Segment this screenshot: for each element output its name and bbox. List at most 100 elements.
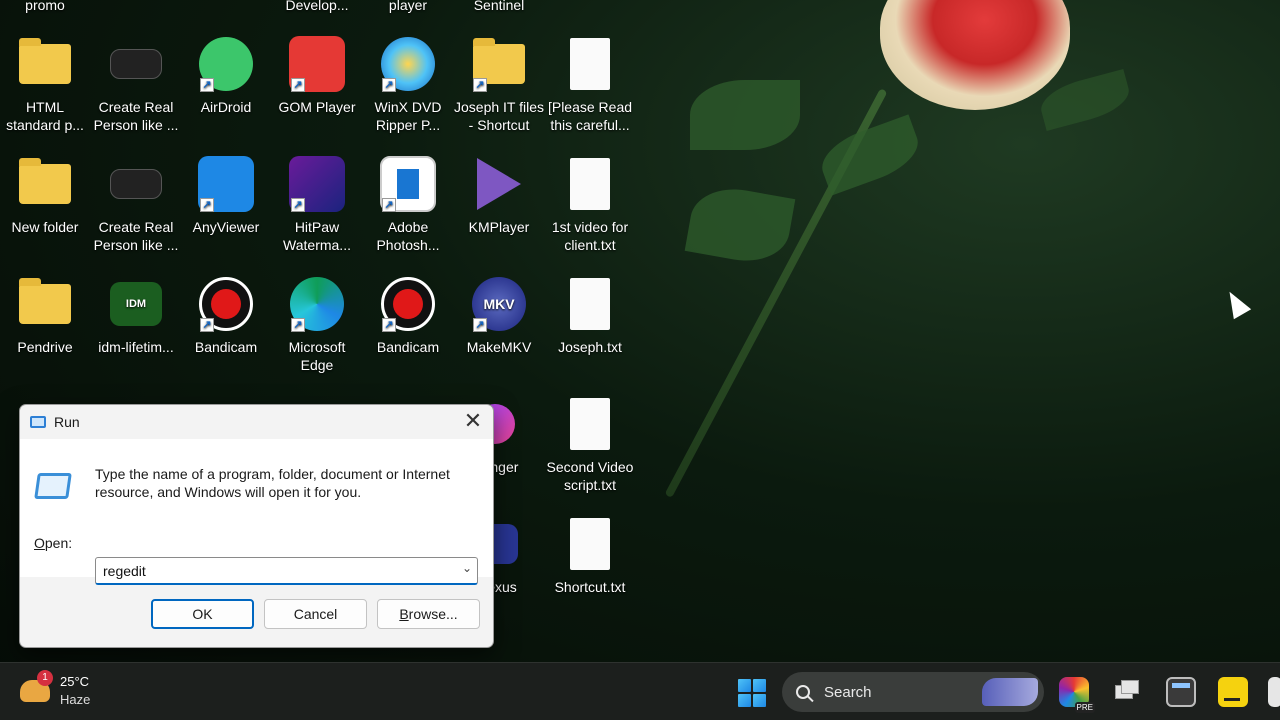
desktop-icon-airdroid[interactable]: ↗ AirDroid bbox=[181, 36, 271, 116]
desktop-icon-1st-video[interactable]: 1st video for client.txt bbox=[545, 156, 635, 254]
leaf-background bbox=[814, 114, 926, 196]
sticky-notes-icon[interactable] bbox=[1218, 677, 1248, 707]
desktop-icon-label: Joseph IT files - Shortcut bbox=[454, 99, 545, 133]
desktop-icon-label: Shortcut.txt bbox=[554, 579, 626, 595]
run-dialog-titlebar[interactable]: Run ✕ bbox=[20, 405, 493, 439]
bandicam-icon: ↗ bbox=[198, 276, 254, 332]
desktop-icon-new-folder[interactable]: New folder bbox=[0, 156, 90, 236]
run-dialog: Run ✕ Type the name of a program, folder… bbox=[19, 404, 494, 648]
shortcut-arrow-icon: ↗ bbox=[382, 318, 396, 332]
desktop-icon-label: New folder bbox=[11, 219, 79, 235]
desktop-icon-second-video[interactable]: Second Video script.txt bbox=[545, 396, 635, 494]
desktop-icon-pendrive[interactable]: Pendrive bbox=[0, 276, 90, 356]
folder-icon bbox=[17, 276, 73, 332]
run-program-icon bbox=[34, 473, 72, 499]
text-document-icon bbox=[562, 276, 618, 332]
desktop-icon-microsoft-edge[interactable]: ↗ Microsoft Edge bbox=[272, 276, 362, 374]
shortcut-arrow-icon: ↗ bbox=[291, 198, 305, 212]
desktop-icon-sentinel[interactable]: Sentinel bbox=[454, 0, 544, 14]
search-label: Search bbox=[824, 683, 872, 701]
desktop-icon-joseph-it-files[interactable]: ↗ Joseph IT files - Shortcut bbox=[454, 36, 544, 134]
desktop-icon-joseph-txt[interactable]: Joseph.txt bbox=[545, 276, 635, 356]
desktop-icon-label: Adobe Photosh... bbox=[376, 219, 440, 253]
taskbar-app-icon[interactable] bbox=[1268, 677, 1280, 707]
search-highlight-icon bbox=[982, 678, 1038, 706]
run-dialog-title: Run bbox=[54, 414, 80, 430]
desktop-icon-label: HitPaw Waterma... bbox=[283, 219, 351, 253]
desktop-icon-adobe-photoshop[interactable]: ↗ Adobe Photosh... bbox=[363, 156, 453, 254]
desktop-icon-bandicam-2[interactable]: ↗ Bandicam bbox=[363, 276, 453, 356]
task-view-icon[interactable] bbox=[1113, 677, 1143, 707]
desktop-icon-kmplayer[interactable]: KMPlayer bbox=[454, 156, 544, 236]
shortcut-arrow-icon: ↗ bbox=[200, 198, 214, 212]
desktop-icon-label: Bandicam bbox=[376, 339, 440, 355]
kmplayer-icon bbox=[471, 156, 527, 212]
desktop-icon-player[interactable]: player bbox=[363, 0, 453, 14]
desktop-icon-label: Create Real Person like ... bbox=[93, 219, 179, 253]
desktop-icon-label: Bandicam bbox=[194, 339, 258, 355]
weather-widget[interactable]: 1 25°C Haze bbox=[20, 670, 91, 709]
idm-icon: IDM bbox=[108, 276, 164, 332]
bandicam-icon: ↗ bbox=[380, 276, 436, 332]
weather-haze-icon: 1 bbox=[20, 670, 53, 702]
desktop-icon-promo[interactable]: promo bbox=[0, 0, 90, 14]
desktop-icon-label: [Please Read this careful... bbox=[547, 99, 633, 133]
desktop-icon-create-real-person-2[interactable]: Create Real Person like ... bbox=[91, 156, 181, 254]
start-button[interactable] bbox=[738, 679, 766, 707]
taskbar-search[interactable]: Search bbox=[782, 672, 1044, 712]
open-label-accelerator: O bbox=[34, 535, 45, 551]
video-thumbnail-icon bbox=[108, 156, 164, 212]
video-thumbnail-icon bbox=[108, 36, 164, 92]
desktop-icon-makemkv[interactable]: MKV ↗ MakeMKV bbox=[454, 276, 544, 356]
desktop-icon-develop[interactable]: Develop... bbox=[272, 0, 362, 14]
search-icon bbox=[796, 685, 810, 699]
gom-player-icon: ↗ bbox=[289, 36, 345, 92]
desktop-icon-gom-player[interactable]: ↗ GOM Player bbox=[272, 36, 362, 116]
shortcut-arrow-icon: ↗ bbox=[200, 78, 214, 92]
run-dialog-description: Type the name of a program, folder, docu… bbox=[95, 466, 450, 500]
desktop-icon-label: WinX DVD Ripper P... bbox=[374, 99, 442, 133]
desktop-icon-winx-dvd[interactable]: ↗ WinX DVD Ripper P... bbox=[363, 36, 453, 134]
anyviewer-icon: ↗ bbox=[198, 156, 254, 212]
desktop-icon-label: Microsoft Edge bbox=[288, 339, 346, 373]
run-dialog-body: Type the name of a program, folder, docu… bbox=[20, 439, 493, 585]
desktop-icon-idm-lifetime[interactable]: IDM idm-lifetim... bbox=[91, 276, 181, 356]
browse-accelerator: B bbox=[399, 606, 409, 622]
desktop-icon-label: 1st video for client.txt bbox=[551, 219, 629, 253]
desktop-icon-label: Second Video script.txt bbox=[546, 459, 634, 493]
folder-shortcut-icon: ↗ bbox=[471, 36, 527, 92]
desktop-icon-label: promo bbox=[25, 0, 65, 13]
desktop-icon-anyviewer[interactable]: ↗ AnyViewer bbox=[181, 156, 271, 236]
shortcut-arrow-icon: ↗ bbox=[200, 318, 214, 332]
run-icon bbox=[30, 416, 46, 428]
browse-label: rowse... bbox=[408, 606, 458, 622]
edge-icon: ↗ bbox=[289, 276, 345, 332]
desktop-icon-create-real-person-1[interactable]: Create Real Person like ... bbox=[91, 36, 181, 134]
photoshop-icon: ↗ bbox=[380, 156, 436, 212]
ok-button[interactable]: OK bbox=[151, 599, 254, 629]
browse-button[interactable]: Browse... bbox=[377, 599, 480, 629]
desktop-icon-label: Joseph.txt bbox=[558, 339, 622, 355]
desktop-icon-label: Develop... bbox=[285, 0, 349, 13]
desktop-icon-label: HTML standard p... bbox=[6, 99, 84, 133]
desktop-icon-hitpaw[interactable]: ↗ HitPaw Waterma... bbox=[272, 156, 362, 254]
desktop-icon-please-read[interactable]: [Please Read this careful... bbox=[545, 36, 635, 134]
desktop-icon-html-standard[interactable]: HTML standard p... bbox=[0, 36, 90, 134]
mouse-cursor-icon bbox=[1220, 286, 1252, 320]
desktop-icon-bandicam-1[interactable]: ↗ Bandicam bbox=[181, 276, 271, 356]
desktop-icon-shortcut-txt[interactable]: Shortcut.txt bbox=[545, 516, 635, 596]
calculator-icon[interactable] bbox=[1166, 677, 1196, 707]
cancel-button[interactable]: Cancel bbox=[264, 599, 367, 629]
text-document-icon bbox=[562, 156, 618, 212]
leaf-background bbox=[690, 80, 800, 150]
desktop-icon-label: AnyViewer bbox=[192, 219, 260, 235]
chevron-down-icon[interactable]: ⌄ bbox=[462, 561, 472, 575]
weather-condition: Haze bbox=[60, 692, 91, 707]
weather-temperature: 25°C bbox=[60, 674, 90, 689]
copilot-icon[interactable]: PRE bbox=[1059, 677, 1095, 713]
shortcut-arrow-icon: ↗ bbox=[291, 78, 305, 92]
text-document-icon bbox=[562, 396, 618, 452]
leaf-background bbox=[684, 181, 796, 269]
desktop-icon-label: GOM Player bbox=[278, 99, 356, 115]
close-button[interactable]: ✕ bbox=[459, 408, 487, 436]
